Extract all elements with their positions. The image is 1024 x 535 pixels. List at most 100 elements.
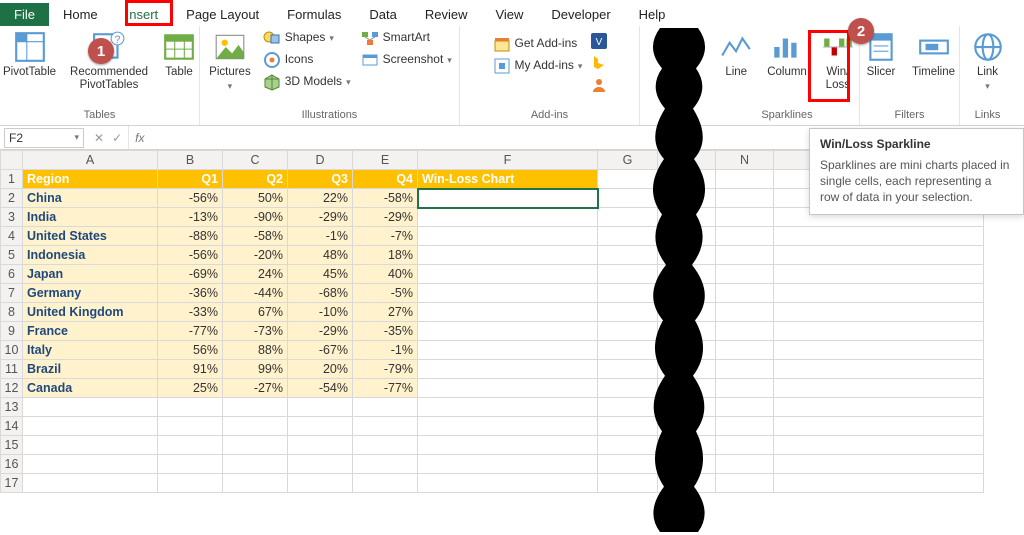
- tab-home[interactable]: Home: [49, 3, 112, 26]
- cell-blank11[interactable]: [774, 360, 984, 379]
- my-addins-button[interactable]: My Add-ins: [491, 56, 585, 76]
- cell-b4[interactable]: -88%: [158, 227, 223, 246]
- cell-a9[interactable]: France: [23, 322, 158, 341]
- cell-m15[interactable]: [658, 436, 716, 455]
- cell-m10[interactable]: [658, 341, 716, 360]
- cell-c8[interactable]: 67%: [223, 303, 288, 322]
- cell-b14[interactable]: [158, 417, 223, 436]
- cell-a5[interactable]: Indonesia: [23, 246, 158, 265]
- cell-m11[interactable]: [658, 360, 716, 379]
- cell-c6[interactable]: 24%: [223, 265, 288, 284]
- cell-d17[interactable]: [288, 474, 353, 493]
- tab-file[interactable]: File: [0, 3, 49, 26]
- cell-a3[interactable]: India: [23, 208, 158, 227]
- cell-f2[interactable]: [418, 189, 598, 208]
- tab-view[interactable]: View: [481, 3, 537, 26]
- cell-b1[interactable]: Q1: [158, 170, 223, 189]
- sparkline-line-button[interactable]: Line: [715, 28, 757, 81]
- cell-blank12[interactable]: [774, 379, 984, 398]
- cell-f13[interactable]: [418, 398, 598, 417]
- cell-n16[interactable]: [716, 455, 774, 474]
- row-header[interactable]: 7: [1, 284, 23, 303]
- cell-n13[interactable]: [716, 398, 774, 417]
- cell-e16[interactable]: [353, 455, 418, 474]
- cell-m14[interactable]: [658, 417, 716, 436]
- row-header[interactable]: 11: [1, 360, 23, 379]
- link-button[interactable]: Link: [967, 28, 1009, 94]
- row-header[interactable]: 16: [1, 455, 23, 474]
- cell-c15[interactable]: [223, 436, 288, 455]
- cell-m5[interactable]: [658, 246, 716, 265]
- cell-c14[interactable]: [223, 417, 288, 436]
- cell-f15[interactable]: [418, 436, 598, 455]
- cell-f5[interactable]: [418, 246, 598, 265]
- cell-blank8[interactable]: [774, 303, 984, 322]
- cell-n1[interactable]: [716, 170, 774, 189]
- cell-c10[interactable]: 88%: [223, 341, 288, 360]
- cell-d11[interactable]: 20%: [288, 360, 353, 379]
- people-icon[interactable]: [590, 76, 608, 94]
- cell-a11[interactable]: Brazil: [23, 360, 158, 379]
- icons-button[interactable]: Icons: [261, 50, 353, 70]
- cell-d1[interactable]: Q3: [288, 170, 353, 189]
- cell-n2[interactable]: [716, 189, 774, 208]
- col-header-g[interactable]: G: [598, 151, 658, 170]
- visio-icon[interactable]: V: [590, 32, 608, 50]
- tab-data[interactable]: Data: [355, 3, 410, 26]
- cell-f4[interactable]: [418, 227, 598, 246]
- cell-blank13[interactable]: [774, 398, 984, 417]
- cell-a7[interactable]: Germany: [23, 284, 158, 303]
- cell-b10[interactable]: 56%: [158, 341, 223, 360]
- cell-b17[interactable]: [158, 474, 223, 493]
- cell-a13[interactable]: [23, 398, 158, 417]
- cell-g4[interactable]: [598, 227, 658, 246]
- cell-f1[interactable]: Win-Loss Chart: [418, 170, 598, 189]
- col-header-m[interactable]: M: [658, 151, 716, 170]
- cell-n5[interactable]: [716, 246, 774, 265]
- row-header[interactable]: 1: [1, 170, 23, 189]
- cell-n3[interactable]: [716, 208, 774, 227]
- cell-d3[interactable]: -29%: [288, 208, 353, 227]
- cell-blank7[interactable]: [774, 284, 984, 303]
- cell-e13[interactable]: [353, 398, 418, 417]
- cell-g16[interactable]: [598, 455, 658, 474]
- get-addins-button[interactable]: Get Add-ins: [491, 34, 585, 54]
- cell-f17[interactable]: [418, 474, 598, 493]
- cell-d10[interactable]: -67%: [288, 341, 353, 360]
- cell-m8[interactable]: [658, 303, 716, 322]
- cell-f9[interactable]: [418, 322, 598, 341]
- cell-a17[interactable]: [23, 474, 158, 493]
- row-header[interactable]: 4: [1, 227, 23, 246]
- cell-blank10[interactable]: [774, 341, 984, 360]
- cell-d6[interactable]: 45%: [288, 265, 353, 284]
- cell-b9[interactable]: -77%: [158, 322, 223, 341]
- cell-m13[interactable]: [658, 398, 716, 417]
- cell-e4[interactable]: -7%: [353, 227, 418, 246]
- row-header[interactable]: 8: [1, 303, 23, 322]
- cell-n7[interactable]: [716, 284, 774, 303]
- tab-review[interactable]: Review: [411, 3, 482, 26]
- cell-c5[interactable]: -20%: [223, 246, 288, 265]
- cell-m1[interactable]: [658, 170, 716, 189]
- cell-a1[interactable]: Region: [23, 170, 158, 189]
- cell-m4[interactable]: [658, 227, 716, 246]
- cell-blank14[interactable]: [774, 417, 984, 436]
- col-header-f[interactable]: F: [418, 151, 598, 170]
- cell-g3[interactable]: [598, 208, 658, 227]
- cell-c17[interactable]: [223, 474, 288, 493]
- row-header[interactable]: 10: [1, 341, 23, 360]
- fx-label[interactable]: fx: [129, 131, 150, 145]
- cell-f14[interactable]: [418, 417, 598, 436]
- cell-g9[interactable]: [598, 322, 658, 341]
- cell-b6[interactable]: -69%: [158, 265, 223, 284]
- cell-n11[interactable]: [716, 360, 774, 379]
- cell-n14[interactable]: [716, 417, 774, 436]
- cell-blank6[interactable]: [774, 265, 984, 284]
- cell-c4[interactable]: -58%: [223, 227, 288, 246]
- cell-f8[interactable]: [418, 303, 598, 322]
- cell-g17[interactable]: [598, 474, 658, 493]
- name-box[interactable]: F2 ▾: [4, 128, 84, 148]
- smartart-button[interactable]: SmartArt: [359, 28, 454, 48]
- cell-b3[interactable]: -13%: [158, 208, 223, 227]
- cell-g12[interactable]: [598, 379, 658, 398]
